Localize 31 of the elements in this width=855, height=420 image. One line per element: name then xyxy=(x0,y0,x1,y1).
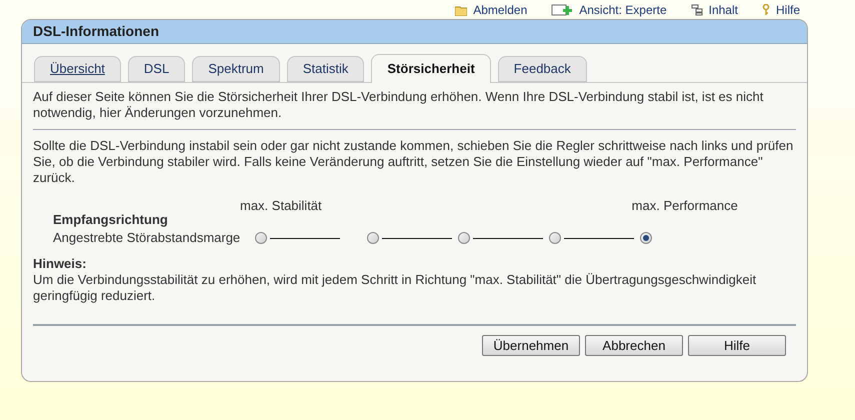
instructions-text: Sollte die DSL-Verbindung instabil sein oder gar nicht zustande kommen, schieben Sie die Regler schrittweise nach links und prüfen Sie, ob die Verbindung stabiler wird. Falls keine Veränderung auftritt, setzen Sie die Einstellung wieder auf "max. Performance" zurück. xyxy=(33,138,794,186)
top-link[interactable]: Abmelden xyxy=(455,1,528,19)
setting-label: Angestrebte Störabstandsmarge xyxy=(53,229,242,248)
section-heading: Empfangsrichtung xyxy=(52,212,169,228)
radio-button[interactable] xyxy=(367,232,379,244)
radio-button[interactable] xyxy=(255,232,267,244)
tab[interactable]: DSL xyxy=(128,56,186,82)
plus-icon xyxy=(551,4,574,16)
top-link[interactable]: Hilfe xyxy=(762,1,800,19)
radio-button[interactable] xyxy=(458,232,470,244)
note-heading: Hinweis: xyxy=(33,256,88,272)
top-link[interactable]: Ansicht: Experte xyxy=(551,1,667,19)
key-icon xyxy=(762,4,770,16)
tab[interactable]: Spektrum xyxy=(192,56,280,82)
note-text: Um die Verbindungsstabilität zu erhöhen, wird mit jedem Schritt in Richtung "max. Stabilität" die Übertragungsgeschwindigkeit geringfügig reduziert. xyxy=(33,272,758,304)
radio-button[interactable] xyxy=(640,232,652,244)
panel-header: DSL-Informationen xyxy=(22,20,807,44)
scale-label: max. Performance xyxy=(632,197,738,212)
scale-label: max. Stabilität xyxy=(240,197,322,212)
tab[interactable]: Feedback xyxy=(498,56,587,82)
tab[interactable]: Statistik xyxy=(286,56,364,82)
button[interactable]: Abbrechen xyxy=(585,335,683,356)
button[interactable]: Hilfe xyxy=(688,335,786,356)
tree-icon xyxy=(690,4,703,16)
top-link[interactable]: Inhalt xyxy=(690,1,738,19)
radio-button[interactable] xyxy=(549,232,561,244)
tab[interactable]: Störsicherheit xyxy=(371,54,491,83)
tab[interactable]: Übersicht xyxy=(34,56,121,82)
button[interactable]: Übernehmen xyxy=(482,335,580,356)
intro-text: Auf dieser Seite können Sie die Störsicherheit Ihrer DSL-Verbindung erhöhen. Wenn Ihre DSL-Verbindung stabil ist, ist es nicht notwendig, hier Änderungen vorzunehmen. xyxy=(33,89,764,121)
folder-icon xyxy=(455,4,468,16)
